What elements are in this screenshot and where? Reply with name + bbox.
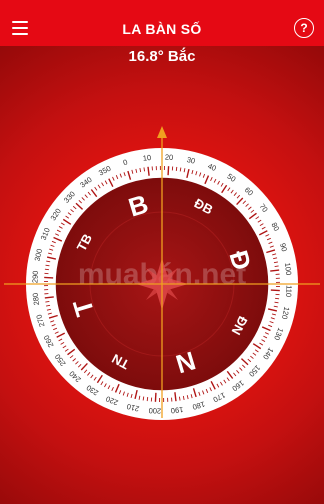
help-question-icon[interactable]: ? [294,18,314,38]
degree-label: 190 [170,405,183,415]
degree-label: 290 [30,270,40,283]
app-title: LA BÀN SỐ [122,21,202,37]
degree-label: 20 [165,152,174,161]
heading-arrow-icon [157,126,167,138]
compass-svg: 0 10 20 30405060708090100110120130140150160… [4,126,320,420]
compass-screen: 16.8° Bắc 0 10 20 30 40 50 60 70 80 90 100 110 120 13… [0,46,324,504]
degree-label: 110 [284,285,294,297]
app-bar: LA BÀN SỐ ? [0,0,324,46]
degree-label: 100 [283,262,293,275]
degree-label: 280 [31,292,41,305]
degree-label: 200 [148,406,161,416]
degree-label: 10 [142,153,151,163]
